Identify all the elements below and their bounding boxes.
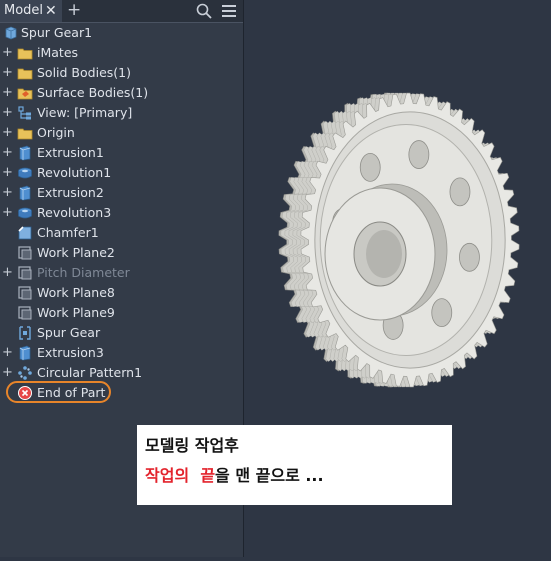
gear-hole xyxy=(408,140,430,169)
tree-item-imates[interactable]: + iMates xyxy=(0,43,243,63)
tree-item-label: Pitch Diameter xyxy=(37,265,130,280)
tree-item-spur-gear[interactable]: Spur Gear xyxy=(0,323,243,343)
gear-hole xyxy=(359,152,381,182)
expand-icon[interactable]: + xyxy=(2,263,13,283)
tree-item-extrusion1[interactable]: + Extrusion1 xyxy=(0,143,243,163)
part-icon xyxy=(5,26,17,40)
tree-item-label: Spur Gear xyxy=(37,325,101,340)
tree-item-label: Work Plane8 xyxy=(37,285,115,300)
work-plane-icon xyxy=(18,306,32,320)
tree-item-surface-bodies-1[interactable]: + Surface Bodies(1) xyxy=(0,83,243,103)
expand-icon[interactable]: + xyxy=(2,183,13,203)
note-rest: 을 맨 끝으로 ... xyxy=(215,466,324,485)
tree-item-label: Chamfer1 xyxy=(37,225,99,240)
gear-hole xyxy=(431,298,453,328)
tree-item-label: Revolution3 xyxy=(37,205,112,220)
tree-item-label: Solid Bodies(1) xyxy=(37,65,131,80)
tree-item-pitch-diameter[interactable]: + Pitch Diameter xyxy=(0,263,243,283)
tree-item-label: Work Plane2 xyxy=(37,245,115,260)
note-red-b: 끝 xyxy=(200,466,216,485)
expand-icon[interactable]: + xyxy=(2,163,13,183)
add-tab-icon[interactable]: + xyxy=(67,0,81,21)
note-line2: 작업의 끝을 맨 끝으로 ... xyxy=(145,465,452,487)
annotation-note: 모델링 작업후 작업의 끝을 맨 끝으로 ... xyxy=(137,425,452,505)
menu-icon[interactable] xyxy=(220,2,238,20)
tree-item-label: Extrusion2 xyxy=(37,185,104,200)
tree-item-origin[interactable]: + Origin xyxy=(0,123,243,143)
expand-icon[interactable]: + xyxy=(2,83,13,103)
folder-icon xyxy=(17,128,33,140)
tree-item-solid-bodies-1[interactable]: + Solid Bodies(1) xyxy=(0,63,243,83)
gear-bore-inner xyxy=(366,230,402,278)
tree-item-work-plane8[interactable]: Work Plane8 xyxy=(0,283,243,303)
chamfer-icon xyxy=(18,226,32,240)
extrusion-icon xyxy=(19,145,31,161)
close-icon[interactable]: ✕ xyxy=(45,0,57,22)
circular-pattern-icon xyxy=(18,366,32,380)
work-plane-icon xyxy=(18,286,32,300)
tab-model-label: Model xyxy=(4,3,44,18)
tree-item-label: Revolution1 xyxy=(37,165,112,180)
tree-item-revolution1[interactable]: + Revolution1 xyxy=(0,163,243,183)
expand-icon[interactable]: + xyxy=(2,203,13,223)
note-red-a: 작업의 xyxy=(145,466,190,485)
tree-item-work-plane2[interactable]: Work Plane2 xyxy=(0,243,243,263)
browser-tabbar: Model ✕ + xyxy=(0,0,243,23)
tree-item-label: Extrusion3 xyxy=(37,345,104,360)
work-plane-icon xyxy=(18,246,32,260)
folder-icon xyxy=(17,48,33,60)
tree-item-circular-pattern1[interactable]: + Circular Pattern1 xyxy=(0,363,243,383)
tree-item-extrusion3[interactable]: + Extrusion3 xyxy=(0,343,243,363)
extrusion-icon xyxy=(19,185,31,201)
tree-item-view-primary[interactable]: + View: [Primary] xyxy=(0,103,243,123)
expand-icon[interactable]: + xyxy=(2,63,13,83)
view-icon xyxy=(18,106,31,120)
search-icon[interactable] xyxy=(195,2,213,20)
expand-icon[interactable]: + xyxy=(2,103,13,123)
revolution-icon xyxy=(18,167,32,179)
surface-folder-icon xyxy=(17,88,33,100)
tree-item-revolution3[interactable]: + Revolution3 xyxy=(0,203,243,223)
gear-hole xyxy=(449,177,471,207)
note-line1: 모델링 작업후 xyxy=(145,436,239,455)
spur-gear-icon xyxy=(19,326,31,340)
expand-icon[interactable]: + xyxy=(2,143,13,163)
tree-root-label: Spur Gear1 xyxy=(21,25,93,40)
tree-item-extrusion2[interactable]: + Extrusion2 xyxy=(0,183,243,203)
revolution-icon xyxy=(18,207,32,219)
folder-icon xyxy=(17,68,33,80)
extrusion-icon xyxy=(19,345,31,361)
tree-item-label: Circular Pattern1 xyxy=(37,365,143,380)
expand-icon[interactable]: + xyxy=(2,363,13,383)
expand-icon[interactable]: + xyxy=(2,43,13,63)
expand-icon[interactable]: + xyxy=(2,343,13,363)
tree-root-part[interactable]: Spur Gear1 xyxy=(0,23,243,43)
tree-item-label: iMates xyxy=(37,45,79,60)
gear-hole xyxy=(459,242,480,272)
tree-item-label: View: [Primary] xyxy=(37,105,133,120)
tree-item-chamfer1[interactable]: Chamfer1 xyxy=(0,223,243,243)
tree-item-work-plane9[interactable]: Work Plane9 xyxy=(0,303,243,323)
tree-item-label: Extrusion1 xyxy=(37,145,104,160)
work-plane-icon xyxy=(18,266,32,280)
tree-item-label: Origin xyxy=(37,125,75,140)
tree-item-label: Work Plane9 xyxy=(37,305,115,320)
tree-item-label: Surface Bodies(1) xyxy=(37,85,149,100)
end-of-part-highlight xyxy=(6,381,111,403)
expand-icon[interactable]: + xyxy=(2,123,13,143)
